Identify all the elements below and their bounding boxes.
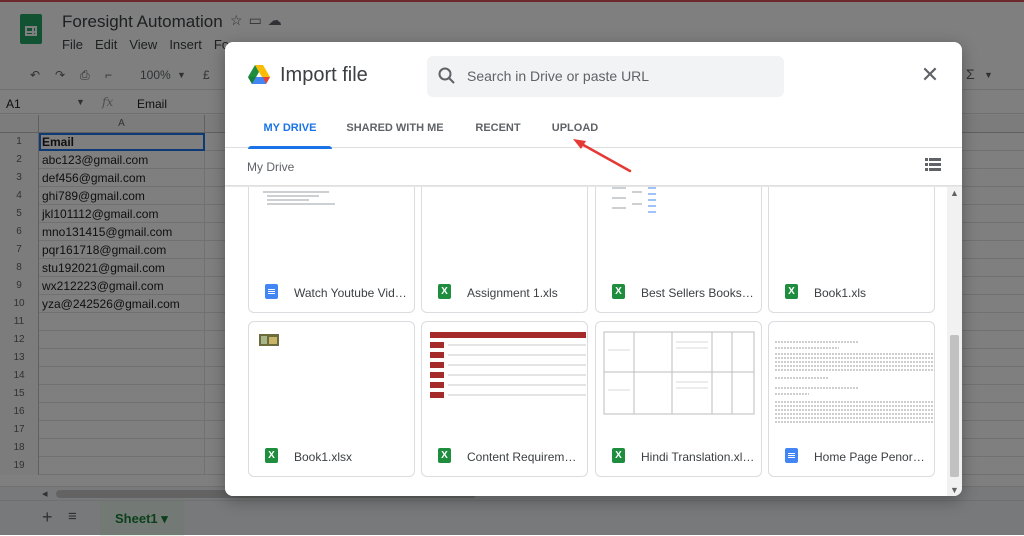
file-name: Hindi Translation.xls... [641, 450, 756, 464]
excel-file-icon: X [612, 284, 625, 299]
search-input[interactable] [467, 66, 767, 86]
excel-file-icon: X [785, 284, 798, 299]
file-thumbnail [249, 187, 414, 272]
file-name: Book1.xlsx [294, 450, 353, 464]
file-card[interactable]: Watch Youtube Vide... [248, 187, 415, 313]
file-grid: Watch Youtube Vide... X Assignment 1.xls [225, 187, 947, 496]
file-thumbnail [612, 187, 656, 213]
excel-file-icon: X [438, 448, 451, 463]
file-card[interactable]: Home Page Penorg ... [768, 321, 935, 477]
google-docs-icon [265, 284, 278, 299]
file-thumbnail [603, 331, 755, 415]
import-file-dialog: Import file ✕ MY DRIVE SHARED WITH ME RE… [225, 42, 962, 496]
file-name: Best Sellers Books.x... [641, 286, 756, 300]
file-thumbnail [422, 187, 587, 272]
file-card[interactable]: X Assignment 1.xls [421, 187, 588, 313]
dialog-title: Import file [280, 64, 368, 86]
file-thumbnail [769, 187, 934, 272]
file-name: Home Page Penorg ... [814, 450, 929, 464]
excel-file-icon: X [265, 448, 278, 463]
google-drive-icon [248, 65, 270, 84]
drive-search-box[interactable] [427, 56, 784, 97]
file-card[interactable]: X Hindi Translation.xls... [595, 321, 762, 477]
google-docs-icon [785, 448, 798, 463]
file-name: Assignment 1.xls [467, 286, 558, 300]
list-view-icon[interactable] [925, 158, 941, 172]
scroll-down-icon[interactable]: ▼ [950, 485, 959, 495]
tab-recent[interactable]: RECENT [469, 114, 527, 148]
breadcrumb-bar: My Drive [225, 148, 962, 186]
tab-my-drive[interactable]: MY DRIVE [248, 114, 332, 149]
close-icon[interactable]: ✕ [919, 64, 941, 87]
vertical-scroll-thumb[interactable] [950, 335, 959, 477]
breadcrumb[interactable]: My Drive [247, 160, 294, 174]
excel-file-icon: X [612, 448, 625, 463]
file-card[interactable]: X Content Requiremen... [421, 321, 588, 477]
file-thumbnail [259, 334, 279, 346]
file-name: Book1.xls [814, 286, 867, 300]
file-name: Watch Youtube Vide... [294, 286, 409, 300]
file-thumbnail [430, 332, 586, 398]
file-card[interactable]: X Best Sellers Books.x... [595, 187, 762, 313]
excel-file-icon: X [438, 284, 451, 299]
file-name: Content Requiremen... [467, 450, 582, 464]
scroll-up-icon[interactable]: ▲ [950, 188, 959, 198]
file-card[interactable]: X Book1.xlsx [248, 321, 415, 477]
file-card[interactable]: X Book1.xls [768, 187, 935, 313]
file-grid-scrollbar[interactable]: ▲ ▼ [947, 187, 962, 496]
tab-shared-with-me[interactable]: SHARED WITH ME [342, 114, 448, 148]
search-icon [438, 67, 455, 84]
file-thumbnail [775, 341, 934, 423]
